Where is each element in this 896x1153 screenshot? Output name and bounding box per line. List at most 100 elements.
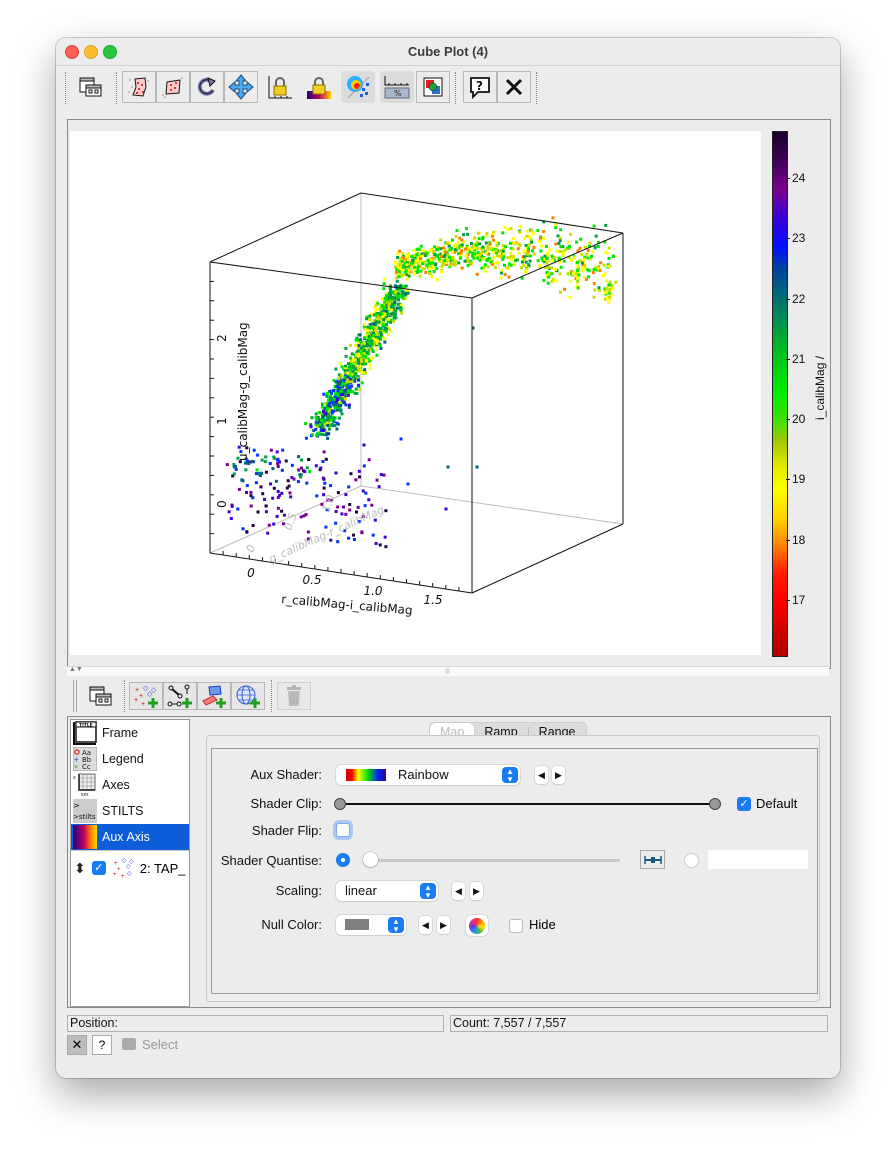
data-point [276,506,280,510]
data-point [575,261,579,265]
data-point [593,246,597,249]
sketch-mode-button[interactable] [341,71,375,103]
hide-checkbox[interactable] [509,919,523,933]
close-window-button[interactable] [497,71,531,103]
quantise-radio-off[interactable] [684,853,699,868]
add-position-layer-icon: ++++◇◇◇ [134,685,158,708]
data-point [393,290,397,294]
data-point [592,295,596,299]
data-point [399,437,403,441]
data-point [344,346,348,350]
layer-item[interactable]: ⬍ ✓ + + + + ◇ ◇ ◇ ◇ 2: TAP_ [71,850,189,885]
control-item-axes[interactable]: ≡ xxx Axes [71,772,189,798]
axes-icon: ≡ xxx [73,773,96,797]
data-point [476,231,480,235]
shader-clip-min-handle[interactable] [334,798,346,810]
data-point [499,271,503,275]
add-position-layer-button[interactable]: + + + + ◇ ◇ ◇ [129,682,163,710]
data-point [353,367,357,371]
data-point [439,238,443,242]
help-button[interactable]: ? [463,71,497,103]
clear-button[interactable]: ✕ [67,1035,87,1055]
control-item-frame[interactable]: TITLE Frame [71,720,189,746]
reset-rotation-button[interactable] [190,71,224,103]
data-point [336,385,340,389]
split-pane-divider[interactable]: ▲▼ [67,666,829,676]
control-item-aux-axis[interactable]: Aux Axis [71,824,189,850]
data-point [401,265,405,269]
layer-visible-checkbox[interactable]: ✓ [91,861,106,875]
data-point [263,497,266,501]
aux-axis-icon [73,825,97,849]
export-image-button[interactable] [416,71,450,103]
data-point [365,359,369,363]
data-point [334,402,338,406]
shader-next-button[interactable]: ▶ [552,766,565,784]
data-point [443,259,447,263]
null-color-select[interactable]: ▴ ▾ [336,915,406,935]
data-point [379,311,383,315]
data-point [513,241,517,245]
add-sky-layer-button[interactable] [231,682,265,710]
shader-prev-button[interactable]: ◀ [535,766,548,784]
scaling-prev-button[interactable]: ◀ [452,882,465,900]
quantise-value-input[interactable] [708,850,808,869]
lock-axes-button[interactable] [263,71,297,103]
scaling-next-button[interactable]: ▶ [470,882,483,900]
shader-flip-checkbox[interactable] [336,823,350,837]
pan-button[interactable] [224,71,258,103]
null-color-prev-button[interactable]: ◀ [419,916,432,934]
y-tick-label: 2 [215,334,229,342]
data-point [604,291,608,295]
divider-arrows[interactable]: ▲▼ [69,666,83,673]
control-item-legend[interactable]: Aa + Bb × Cc Legend [71,746,189,772]
color-chooser-button[interactable] [466,915,488,936]
window-control-button[interactable] [73,71,107,103]
data-point [384,323,388,327]
control-item-stilts[interactable]: > >stilts STILTS [71,798,189,824]
data-point [604,286,608,290]
data-point [254,481,258,485]
scaling-select[interactable]: linear ▴ ▾ [336,881,438,901]
quantise-reset-button[interactable] [640,850,665,869]
status-help-button[interactable]: ? [92,1035,112,1055]
data-point [607,295,611,299]
shader-clip-max-handle[interactable] [709,798,721,810]
plot-canvas[interactable]: u_calibMag-g_calibMag r_calibMag-i_calib… [70,131,761,655]
shader-quantise-track[interactable] [372,859,620,862]
data-point [318,423,322,427]
data-point [336,422,340,426]
shader-clip-track[interactable] [340,803,716,805]
svg-text:+: + [139,693,143,700]
data-point [315,418,318,422]
data-point [328,389,332,393]
null-color-next-button[interactable]: ▶ [437,916,450,934]
data-point [358,333,362,337]
progress-bar-toggle-button[interactable]: % [380,71,414,103]
data-point [335,427,339,431]
drag-handle-icon[interactable]: ⬍ [74,860,86,877]
quantise-radio-on[interactable] [336,853,350,867]
aux-shader-select[interactable]: Rainbow ▴ ▾ [336,765,520,785]
divider-grip[interactable] [445,668,450,674]
cube-plot[interactable]: u_calibMag-g_calibMag r_calibMag-i_calib… [70,131,761,655]
data-point [389,308,393,312]
add-pair-layer-button[interactable] [163,682,197,710]
add-area-layer-button[interactable] [197,682,231,710]
data-point [479,251,483,255]
data-point [550,254,554,258]
data-point [503,273,507,277]
data-point [419,244,423,248]
data-point [532,246,536,249]
lock-aux-button[interactable] [302,71,336,103]
data-point [384,298,388,301]
layer-window-button[interactable] [83,680,117,712]
default-checkbox[interactable]: ✓ [737,797,751,811]
delete-layer-button[interactable] [277,682,311,710]
subset-blob-button[interactable] [156,71,190,103]
colorbar-tick-label: 17 [785,593,805,607]
select-button[interactable]: Select [142,1037,178,1052]
data-point [547,275,551,279]
subset-region-button[interactable] [122,71,156,103]
shader-quantise-handle[interactable] [363,852,378,867]
